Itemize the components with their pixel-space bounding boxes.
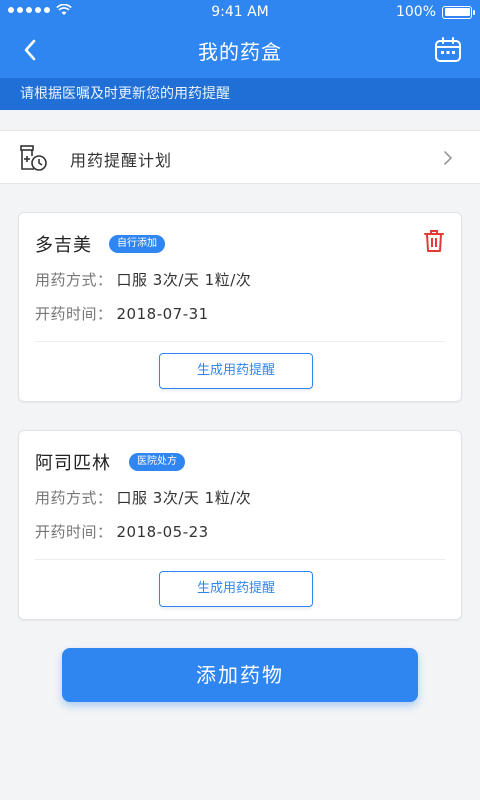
usage-line: 用药方式： 口服 3次/天 1粒/次 (35, 269, 251, 290)
source-badge: 医院处方 (129, 453, 185, 471)
source-badge: 自行添加 (109, 235, 165, 253)
medicine-name: 多吉美 (35, 235, 92, 256)
medicine-name: 阿司匹林 (35, 453, 111, 474)
usage-value: 口服 3次/天 1粒/次 (116, 489, 252, 507)
plan-label: 用药提醒计划 (70, 151, 173, 170)
medicine-card: 阿司匹林 医院处方 用药方式： 口服 3次/天 1粒/次 开药时间： 2018-05… (18, 430, 462, 620)
date-line: 开药时间： 2018-07-31 (35, 303, 209, 324)
chevron-right-icon (444, 151, 453, 165)
usage-line: 用药方式： 口服 3次/天 1粒/次 (35, 487, 251, 508)
usage-value: 口服 3次/天 1粒/次 (116, 271, 252, 289)
battery-icon (442, 5, 475, 19)
date-value: 2018-05-23 (116, 523, 209, 541)
reminder-tip-bar: 请根据医嘱及时更新您的用药提醒 (0, 78, 480, 110)
card-divider (35, 559, 445, 560)
reminder-plan-row[interactable]: 用药提醒计划 (0, 130, 480, 184)
medicine-clock-icon (20, 145, 47, 171)
usage-label: 用药方式： (35, 489, 113, 507)
usage-label: 用药方式： (35, 271, 113, 289)
battery-percent: 100% (395, 4, 436, 20)
page-title: 我的药盒 (198, 40, 282, 64)
medicine-card: 多吉美 自行添加 用药方式： 口服 3次/天 1粒/次 开药时间： 2018-07-… (18, 212, 462, 402)
card-divider (35, 341, 445, 342)
app-header: 9:41 AM 100% 我的药盒 (0, 0, 480, 78)
date-label: 开药时间： (35, 305, 113, 323)
status-bar: 9:41 AM 100% (0, 0, 480, 24)
date-value: 2018-07-31 (116, 305, 209, 323)
calendar-icon[interactable] (434, 36, 462, 64)
date-label: 开药时间： (35, 523, 113, 541)
battery-group: 100% (395, 4, 475, 20)
nav-bar: 我的药盒 (0, 26, 480, 74)
add-medicine-button[interactable]: 添加药物 (62, 648, 418, 702)
trash-icon[interactable] (423, 229, 445, 253)
generate-reminder-button[interactable]: 生成用药提醒 (159, 353, 313, 389)
date-line: 开药时间： 2018-05-23 (35, 521, 209, 542)
generate-reminder-button[interactable]: 生成用药提醒 (159, 571, 313, 607)
